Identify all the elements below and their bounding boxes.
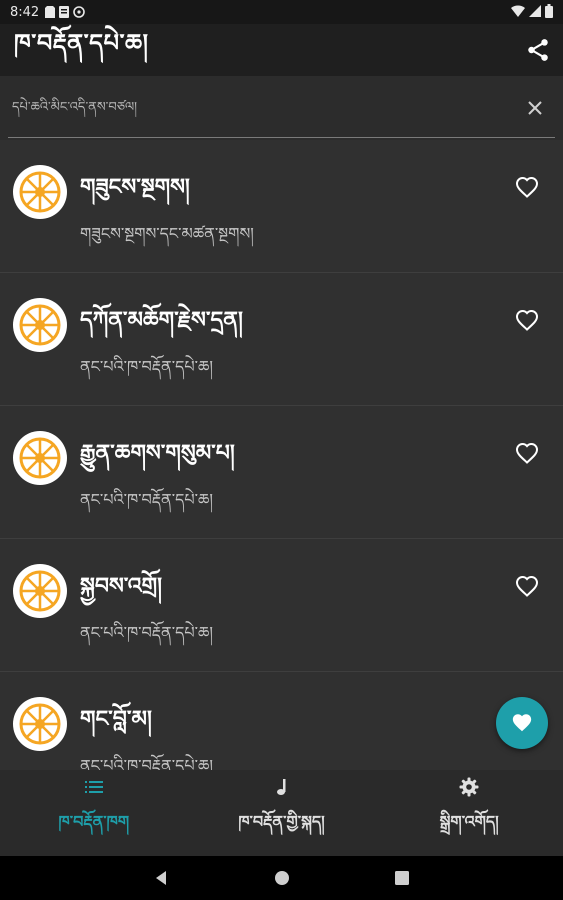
tab-audio-label: ཁ་བརྡོན་གྱི་སྐད། [238, 812, 325, 831]
search-input[interactable] [10, 92, 494, 122]
app-title: ཁ་བརྡོན་དཔེ་ཆ། [14, 28, 149, 57]
music-note-icon [276, 779, 285, 795]
back-icon[interactable] [152, 868, 172, 888]
list-item[interactable]: གཟུངས་སྔགས། གཟུངས་སྔགས་དང་མཚན་སྔགས། [0, 140, 563, 273]
heart-icon [512, 714, 532, 732]
search-underline [8, 137, 555, 138]
dharma-wheel-icon [13, 697, 67, 751]
item-subtitle: ནང་པའི་ཁ་བརྡོན་དཔེ་ཆ། [80, 490, 213, 509]
heart-outline-icon[interactable] [515, 176, 539, 200]
heart-outline-icon[interactable] [515, 309, 539, 333]
item-subtitle: ནང་པའི་ཁ་བརྡོན་དཔེ་ཆ། [80, 756, 213, 770]
tab-list-label: ཁ་བརྡོན་ཁག [58, 812, 130, 831]
wifi-icon [511, 5, 525, 17]
recents-icon[interactable] [392, 868, 412, 888]
item-title: གཟུངས་སྔགས། [80, 175, 190, 200]
dharma-wheel-icon [13, 564, 67, 618]
item-title: དཀོན་མཆོག་རྗེས་དྲན། [80, 308, 243, 333]
share-icon[interactable] [525, 37, 551, 63]
list-icon [84, 781, 103, 793]
text-list: གཟུངས་སྔགས། གཟུངས་སྔགས་དང་མཚན་སྔགས། དཀོན… [0, 140, 563, 770]
dharma-wheel-icon [13, 431, 67, 485]
list-item[interactable]: སྐྱབས་འགྲོ། ནང་པའི་ཁ་བརྡོན་དཔེ་ཆ། [0, 539, 563, 672]
heart-outline-icon[interactable] [515, 575, 539, 599]
close-icon[interactable] [527, 100, 543, 116]
item-subtitle: ནང་པའི་ཁ་བརྡོན་དཔེ་ཆ། [80, 623, 213, 642]
dharma-wheel-icon [13, 165, 67, 219]
list-item[interactable]: དཀོན་མཆོག་རྗེས་དྲན། ནང་པའི་ཁ་བརྡོན་དཔེ་ཆ… [0, 273, 563, 406]
battery-icon [545, 4, 553, 18]
tab-list[interactable]: ཁ་བརྡོན་ཁག [0, 770, 188, 856]
home-icon[interactable] [272, 868, 292, 888]
heart-outline-icon[interactable] [515, 442, 539, 466]
tab-settings-label: སྒྲིག་འགོད། [439, 812, 499, 831]
system-nav-bar [0, 856, 563, 900]
tab-settings[interactable]: སྒྲིག་འགོད། [375, 770, 563, 856]
gear-icon [459, 777, 479, 797]
app-bar: ཁ་བརྡོན་དཔེ་ཆ། [0, 24, 563, 76]
list-item[interactable]: གང་བློ་མ། ནང་པའི་ཁ་བརྡོན་དཔེ་ཆ། [0, 672, 563, 770]
search-bar [0, 76, 563, 140]
dharma-wheel-icon [13, 298, 67, 352]
bottom-nav: ཁ་བརྡོན་ཁག ཁ་བརྡོན་གྱི་སྐད། སྒྲིག་འགོད། [0, 770, 563, 856]
tab-audio[interactable]: ཁ་བརྡོན་གྱི་སྐད། [188, 770, 376, 856]
item-subtitle: ནང་པའི་ཁ་བརྡོན་དཔེ་ཆ། [80, 357, 213, 376]
item-title: གང་བློ་མ། [80, 707, 152, 732]
item-title: རྒྱུན་ཆགས་གསུམ་པ། [80, 441, 235, 466]
signal-icon [529, 5, 541, 17]
favorites-fab[interactable] [496, 697, 548, 749]
item-subtitle: གཟུངས་སྔགས་དང་མཚན་སྔགས། [80, 224, 254, 243]
list-item[interactable]: རྒྱུན་ཆགས་གསུམ་པ། ནང་པའི་ཁ་བརྡོན་དཔེ་ཆ། [0, 406, 563, 539]
item-title: སྐྱབས་འགྲོ། [80, 574, 162, 599]
